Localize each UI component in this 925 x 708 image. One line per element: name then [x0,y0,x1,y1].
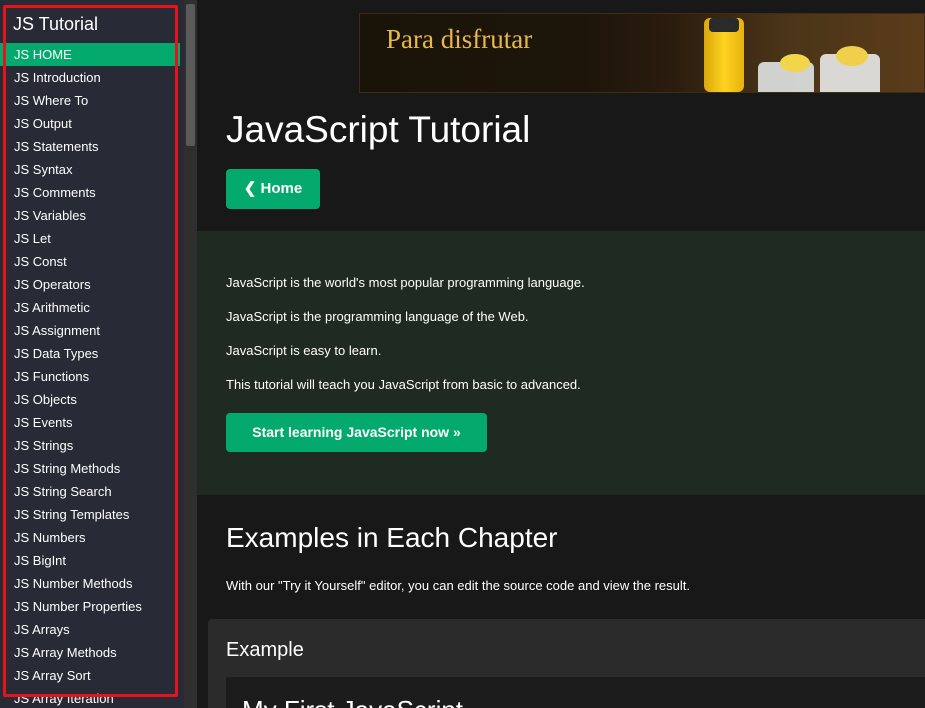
sidebar-item[interactable]: JS Syntax [0,158,180,181]
sidebar-list: JS HOME JS Introduction JS Where To JS Outp… [0,43,180,708]
sidebar-item[interactable]: JS Where To [0,89,180,112]
advertisement-banner[interactable]: Para disfrutar [359,13,925,93]
sidebar-item[interactable]: JS Strings [0,434,180,457]
lemon-image [780,54,810,72]
sidebar-title: JS Tutorial [13,14,99,34]
examples-heading: Examples in Each Chapter [226,522,558,553]
sidebar-item[interactable]: JS HOME [0,43,180,66]
sidebar-item[interactable]: JS Array Iteration [0,687,180,708]
lemon-image [836,46,868,66]
intro-text: JavaScript is the programming language o… [226,309,529,324]
sidebar-item[interactable]: JS String Templates [0,503,180,526]
sidebar-item[interactable]: JS Comments [0,181,180,204]
example-heading: Example [226,639,304,661]
sidebar-item[interactable]: JS Const [0,250,180,273]
sidebar-item[interactable]: JS Events [0,411,180,434]
sidebar-item[interactable]: JS Functions [0,365,180,388]
sidebar-item[interactable]: JS Array Sort [0,664,180,687]
sidebar-item[interactable]: JS String Methods [0,457,180,480]
sidebar-scrollbar-thumb[interactable] [186,4,195,146]
sidebar-item[interactable]: JS String Search [0,480,180,503]
main-content: Para disfrutar JavaScript Tutorial ❮ Hom… [197,0,925,708]
sidebar-item[interactable]: JS Arithmetic [0,296,180,319]
sidebar-item[interactable]: JS Variables [0,204,180,227]
sidebar-item[interactable]: JS Data Types [0,342,180,365]
soda-can-top-image [709,18,739,32]
example-code-title: My First JavaScript [242,695,463,708]
sidebar-item[interactable]: JS Introduction [0,66,180,89]
sidebar-item[interactable]: JS Array Methods [0,641,180,664]
sidebar-item[interactable]: JS Operators [0,273,180,296]
intro-text: JavaScript is easy to learn. [226,343,382,358]
sidebar-item[interactable]: JS BigInt [0,549,180,572]
sidebar-item[interactable]: JS Let [0,227,180,250]
sidebar-item[interactable]: JS Objects [0,388,180,411]
sidebar: JS Tutorial JS HOME JS Introduction JS Whe… [0,0,184,708]
page-title: JavaScript Tutorial [226,109,531,150]
sidebar-item[interactable]: JS Output [0,112,180,135]
start-learning-button[interactable]: Start learning JavaScript now » [226,413,487,452]
sidebar-item[interactable]: JS Assignment [0,319,180,342]
intro-text: This tutorial will teach you JavaScript … [226,377,581,392]
example-code-area: My First JavaScript [226,677,925,708]
sidebar-item[interactable]: JS Number Methods [0,572,180,595]
intro-text: JavaScript is the world's most popular p… [226,275,585,290]
intro-section: JavaScript is the world's most popular p… [197,231,925,495]
example-box: Example My First JavaScript [208,619,925,708]
ad-text: Para disfrutar [386,24,533,54]
sidebar-item[interactable]: JS Numbers [0,526,180,549]
examples-description: With our "Try it Yourself" editor, you c… [226,578,690,593]
home-button[interactable]: ❮ Home [226,169,320,209]
sidebar-item[interactable]: JS Arrays [0,618,180,641]
sidebar-item[interactable]: JS Statements [0,135,180,158]
sidebar-item[interactable]: JS Number Properties [0,595,180,618]
